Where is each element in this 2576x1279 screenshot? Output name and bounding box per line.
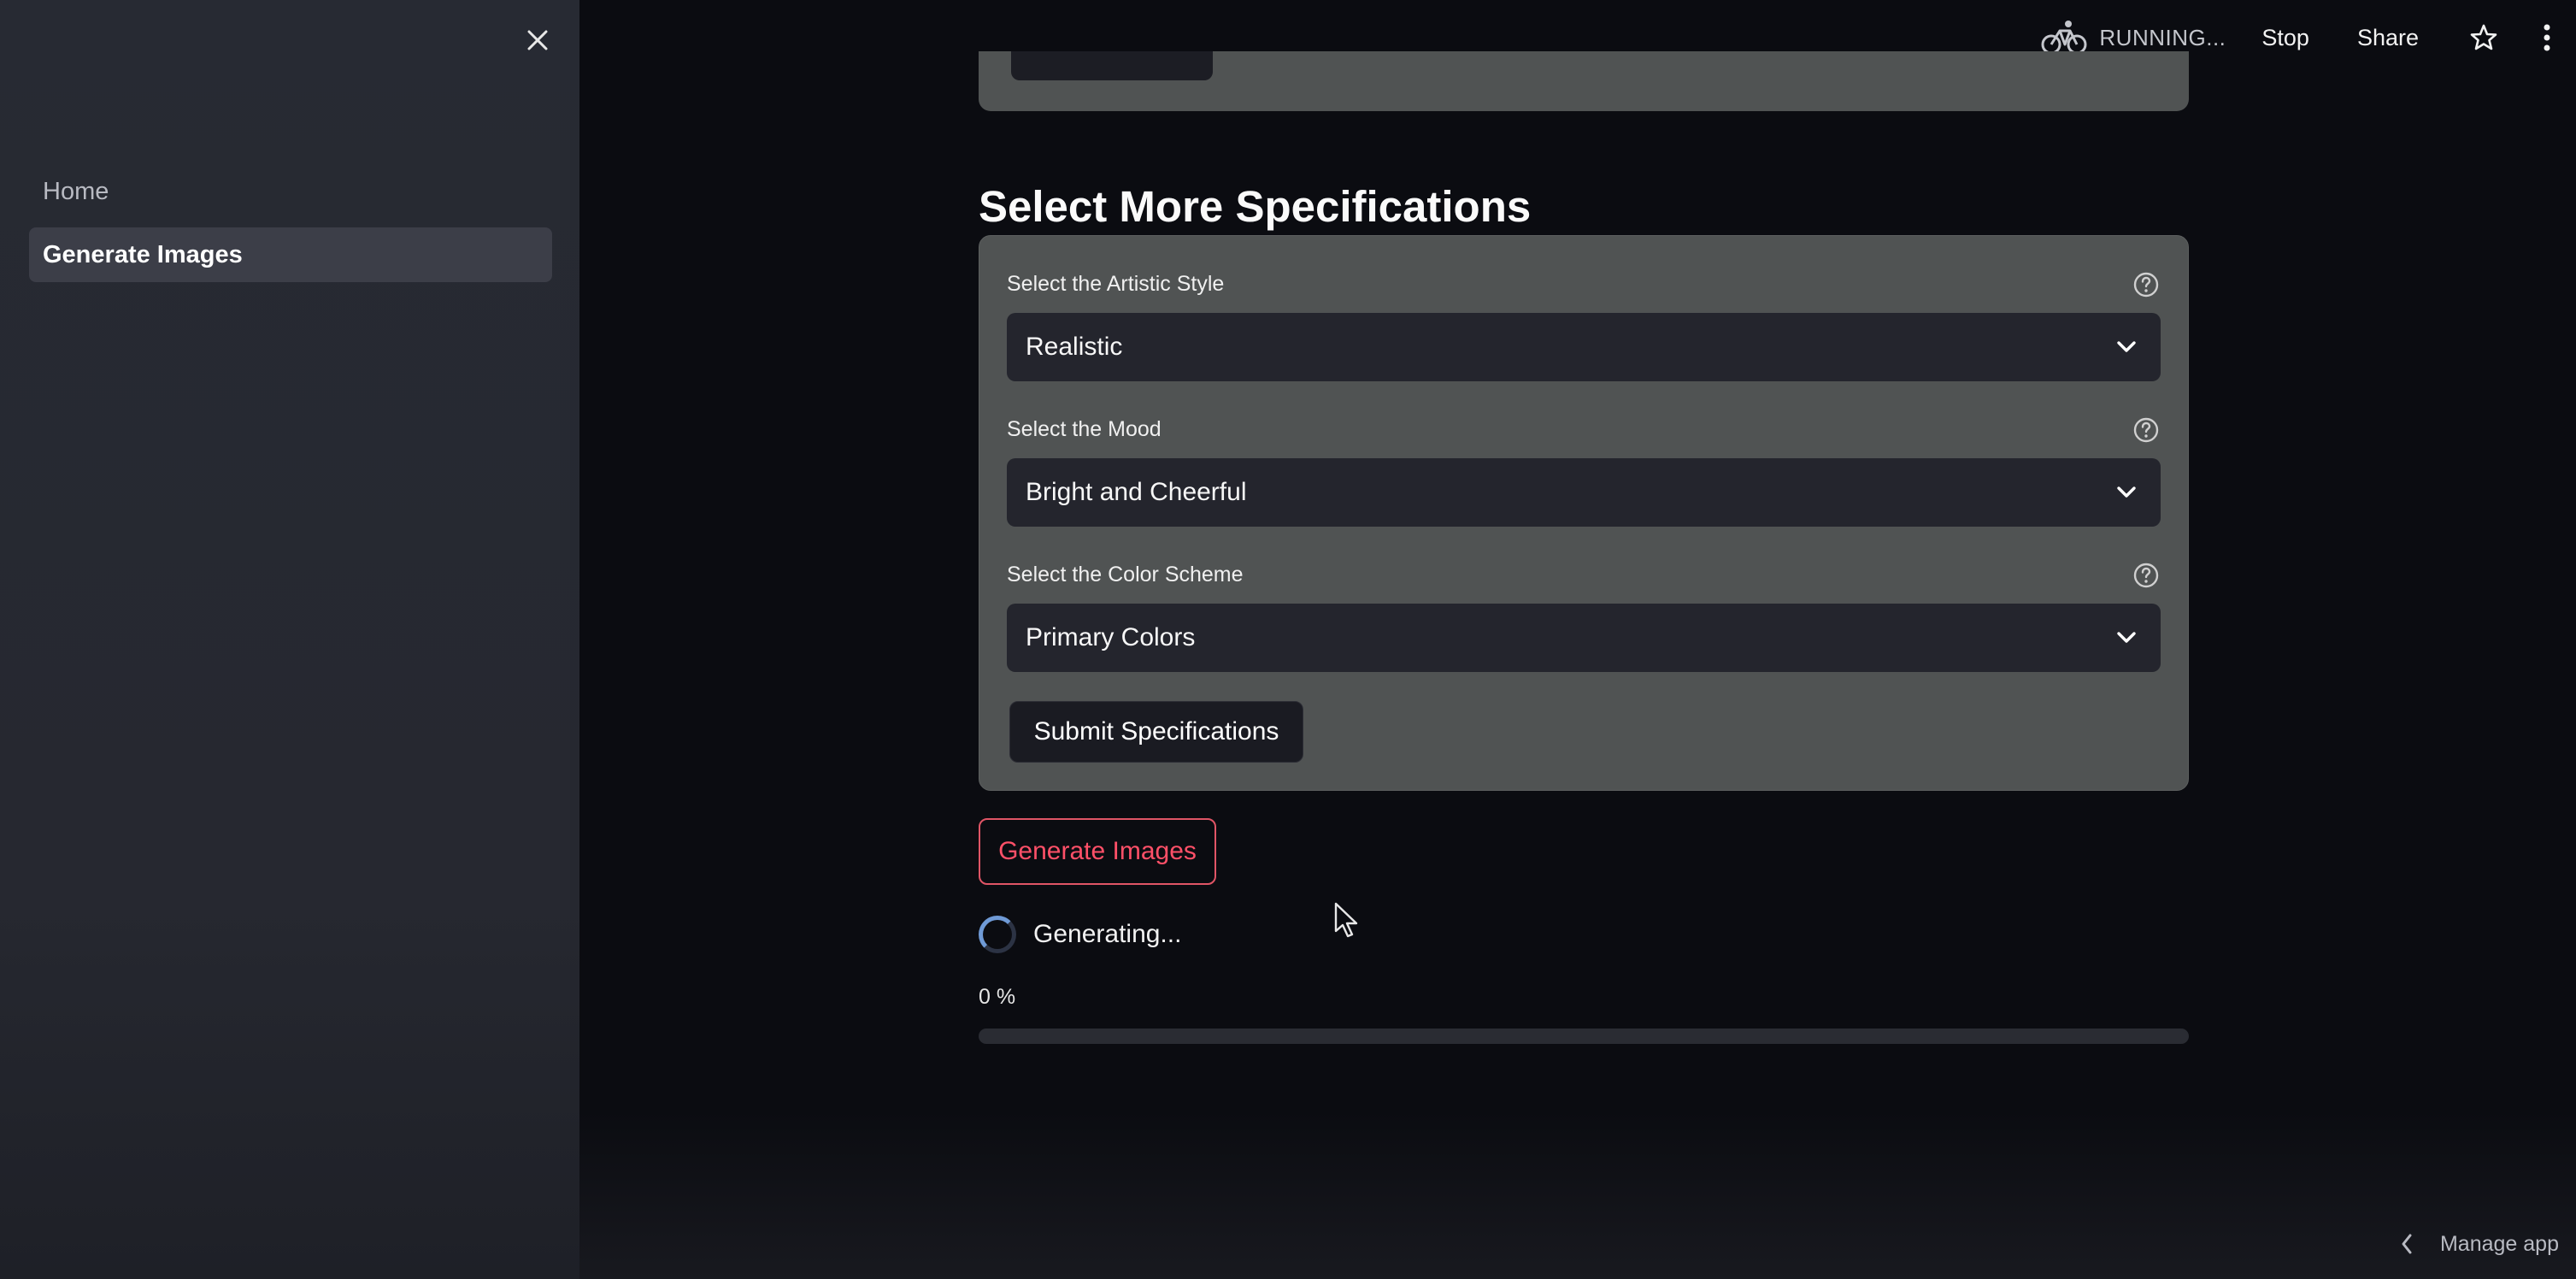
main-menu-button[interactable]: [2530, 21, 2564, 55]
artistic-style-help-button[interactable]: [2132, 270, 2161, 299]
color-scheme-value: Primary Colors: [1026, 623, 1196, 651]
sidebar-item-label: Home: [43, 177, 109, 205]
mood-help-button[interactable]: [2132, 416, 2161, 445]
running-status-text: RUNNING...: [2099, 24, 2226, 50]
chevron-down-icon: [2111, 622, 2142, 653]
sidebar-nav: Home Generate Images: [29, 164, 552, 291]
mood-label: Select the Mood: [1007, 417, 1162, 441]
chevron-left-icon: [2402, 1234, 2412, 1254]
color-scheme-select[interactable]: Primary Colors: [1007, 604, 2161, 672]
previous-form-container: [979, 51, 2189, 111]
mood-select[interactable]: Bright and Cheerful: [1007, 458, 2161, 527]
manage-app-button[interactable]: Manage app: [2399, 1224, 2559, 1264]
stop-button[interactable]: Stop: [2261, 25, 2309, 51]
more-vertical-icon: [2544, 24, 2550, 51]
manage-app-label: Manage app: [2439, 1231, 2559, 1256]
artistic-style-value: Realistic: [1026, 333, 1123, 361]
specifications-form: Select the Artistic Style Realistic Sele…: [979, 235, 2189, 791]
mood-value: Bright and Cheerful: [1026, 478, 1247, 506]
color-scheme-help-button[interactable]: [2132, 561, 2161, 590]
artistic-style-label: Select the Artistic Style: [1007, 272, 1225, 296]
sidebar-item-home[interactable]: Home: [29, 164, 552, 219]
previous-form-button[interactable]: [1011, 51, 1213, 80]
artistic-style-select[interactable]: Realistic: [1007, 313, 2161, 381]
sidebar-item-label: Generate Images: [43, 240, 243, 268]
spinner-icon: [979, 916, 1016, 953]
mouse-cursor-icon: [1334, 902, 1358, 938]
favorite-button[interactable]: [2467, 21, 2501, 55]
progress-label: 0 %: [979, 985, 1016, 1009]
chevron-down-icon: [2111, 477, 2142, 508]
section-title: Select More Specifications: [979, 182, 1532, 232]
share-button[interactable]: Share: [2357, 25, 2419, 51]
generate-images-button[interactable]: Generate Images: [979, 818, 1216, 885]
generating-status: Generating...: [979, 913, 1181, 956]
progress-bar: [979, 1029, 2189, 1044]
sidebar: Home Generate Images: [0, 0, 579, 1279]
sidebar-item-generate-images[interactable]: Generate Images: [29, 227, 552, 282]
close-sidebar-button[interactable]: [518, 21, 557, 60]
help-circle-icon: [2133, 563, 2159, 588]
submit-specifications-button[interactable]: Submit Specifications: [1009, 701, 1303, 763]
bottom-fade: [579, 1111, 2576, 1279]
chevron-down-icon: [2111, 332, 2142, 362]
generating-status-text: Generating...: [1033, 920, 1182, 948]
star-icon: [2470, 24, 2497, 50]
color-scheme-label: Select the Color Scheme: [1007, 563, 1244, 586]
close-icon: [527, 30, 548, 50]
app-window: Home Generate Images RUNNING... Stop Sha…: [0, 0, 2576, 1279]
help-circle-icon: [2133, 417, 2159, 443]
help-circle-icon: [2133, 272, 2159, 298]
